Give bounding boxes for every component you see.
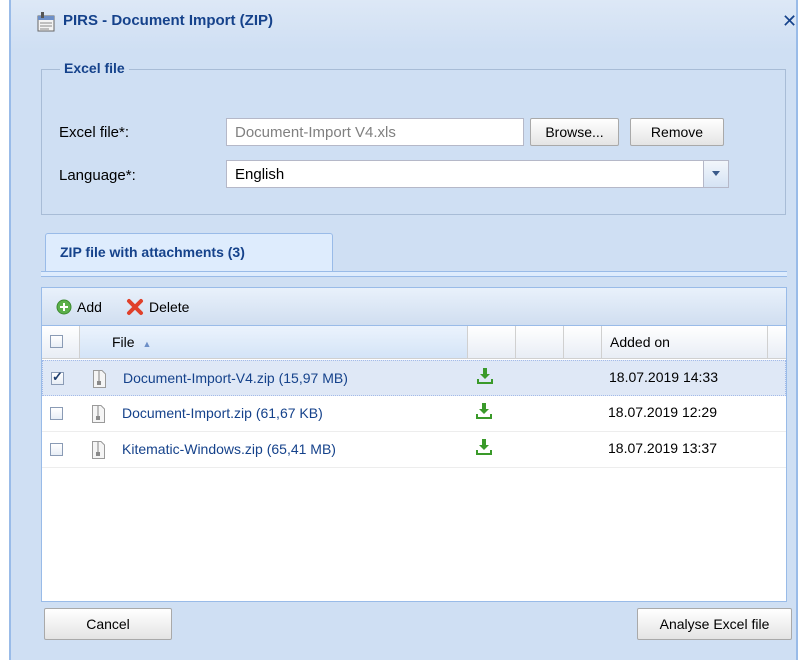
download-icon[interactable] xyxy=(477,367,493,385)
grid-header: File ▲ Added on xyxy=(42,326,786,359)
added-on-value: 18.07.2019 14:33 xyxy=(609,369,718,385)
cancel-button[interactable]: Cancel xyxy=(44,608,172,640)
excel-file-input[interactable] xyxy=(226,118,524,146)
zip-file-icon xyxy=(93,370,106,388)
column-header-blank-1 xyxy=(516,326,564,358)
attachments-panel: Add Delete File ▲ Added on ✓ Document-Im… xyxy=(41,287,787,602)
tab-label: ZIP file with attachments (3) xyxy=(60,244,245,260)
excel-file-fieldset: Excel file Excel file*: Browse... Remove… xyxy=(41,60,786,215)
dialog-titlebar[interactable]: PIRS - Document Import (ZIP) ✕ xyxy=(11,0,798,50)
tab-zip-attachments[interactable]: ZIP file with attachments (3) xyxy=(45,233,333,271)
table-row[interactable]: Document-Import.zip (61,67 KB) 18.07.201… xyxy=(42,396,786,432)
excel-file-label: Excel file*: xyxy=(59,124,130,141)
file-link[interactable]: Document-Import-V4.zip (15,97 MB) xyxy=(123,370,348,386)
dialog-title: PIRS - Document Import (ZIP) xyxy=(63,12,273,29)
app-icon xyxy=(37,12,55,32)
delete-icon xyxy=(127,299,143,315)
row-checkbox[interactable] xyxy=(50,407,63,420)
download-icon[interactable] xyxy=(476,402,492,420)
zip-file-icon xyxy=(92,441,105,459)
sort-asc-icon: ▲ xyxy=(142,339,152,349)
row-checkbox[interactable] xyxy=(51,369,64,385)
close-icon[interactable]: ✕ xyxy=(782,10,798,32)
delete-button[interactable]: Delete xyxy=(126,297,189,317)
language-select[interactable]: English xyxy=(226,160,729,188)
column-header-blank-2 xyxy=(564,326,602,358)
file-header-label: File xyxy=(112,334,135,350)
column-header-added-on[interactable]: Added on xyxy=(602,326,768,358)
tab-strip xyxy=(41,271,787,277)
download-icon[interactable] xyxy=(476,438,492,456)
excel-file-legend: Excel file xyxy=(60,60,129,76)
remove-button[interactable]: Remove xyxy=(630,118,724,146)
file-link[interactable]: Document-Import.zip (61,67 KB) xyxy=(122,405,323,421)
dropdown-trigger[interactable] xyxy=(703,161,728,187)
import-dialog: PIRS - Document Import (ZIP) ✕ Excel fil… xyxy=(9,0,798,660)
language-label: Language*: xyxy=(59,167,136,184)
add-button[interactable]: Add xyxy=(56,297,102,317)
add-label: Add xyxy=(77,299,102,315)
file-link[interactable]: Kitematic-Windows.zip (65,41 MB) xyxy=(122,441,336,457)
added-on-header-label: Added on xyxy=(610,334,670,350)
analyse-excel-button[interactable]: Analyse Excel file xyxy=(637,608,792,640)
attachments-toolbar: Add Delete xyxy=(42,288,786,326)
row-checkbox[interactable] xyxy=(50,443,63,456)
delete-label: Delete xyxy=(149,299,190,315)
column-header-file[interactable]: File ▲ xyxy=(80,326,468,358)
browse-button[interactable]: Browse... xyxy=(530,118,619,146)
added-on-value: 18.07.2019 12:29 xyxy=(608,404,717,420)
zip-file-icon xyxy=(92,405,105,423)
table-row[interactable]: Kitematic-Windows.zip (65,41 MB) 18.07.2… xyxy=(42,432,786,468)
table-row[interactable]: Document-Import-V4.zip (15,97 MB) 18.07.… xyxy=(42,360,786,396)
column-header-download xyxy=(468,326,516,358)
select-all-checkbox[interactable] xyxy=(50,335,63,348)
language-value: English xyxy=(235,166,285,183)
select-all-cell xyxy=(42,326,80,358)
chevron-down-icon xyxy=(712,171,720,176)
added-on-value: 18.07.2019 13:37 xyxy=(608,440,717,456)
add-icon xyxy=(56,299,72,315)
